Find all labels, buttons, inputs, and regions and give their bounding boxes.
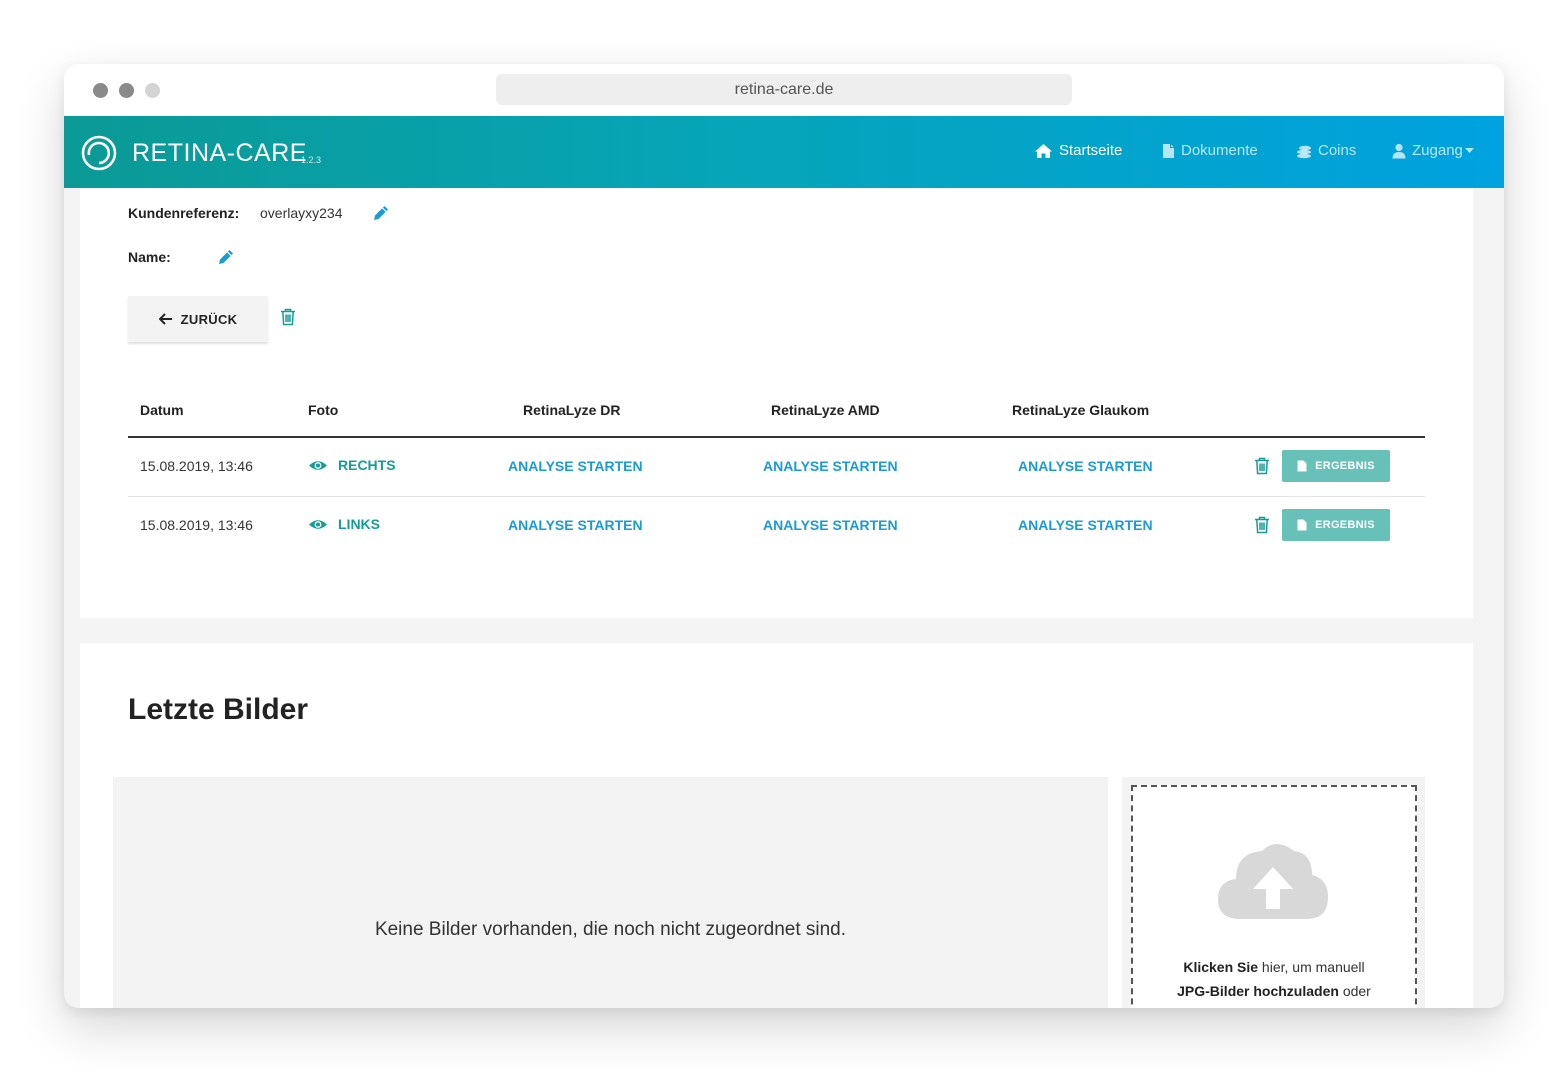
delete-row-trash-icon[interactable] xyxy=(1254,516,1270,534)
kundenreferenz-value: overlayxy234 xyxy=(260,205,343,221)
nav-dokumente-label: Dokumente xyxy=(1181,142,1258,159)
nav-startseite-label: Startseite xyxy=(1059,142,1123,159)
header-datum: Datum xyxy=(140,402,184,418)
coins-icon xyxy=(1297,145,1311,158)
row-datum: 15.08.2019, 13:46 xyxy=(140,458,253,474)
upload-panel: Klicken Sie hier, um manuell JPG-Bilder … xyxy=(1122,777,1425,1008)
back-button[interactable]: ZURÜCK xyxy=(128,296,268,342)
analyse-amd-link[interactable]: ANALYSE STARTEN xyxy=(763,458,898,474)
analyse-amd-link[interactable]: ANALYSE STARTEN xyxy=(763,517,898,533)
kundenreferenz-label: Kundenreferenz: xyxy=(128,205,240,221)
upload-dropzone[interactable]: Klicken Sie hier, um manuell JPG-Bilder … xyxy=(1131,785,1417,1008)
foto-link-rechts[interactable]: RECHTS xyxy=(308,457,396,473)
retina-logo-icon[interactable] xyxy=(80,134,118,172)
analyse-dr-link[interactable]: ANALYSE STARTEN xyxy=(508,517,643,533)
file-icon xyxy=(1297,519,1307,531)
app-navbar: RETINA-CARE 1.2.3 Startseite Dokumente C… xyxy=(64,116,1504,188)
foto-label: RECHTS xyxy=(338,457,396,473)
header-retinalyze-dr: RetinaLyze DR xyxy=(523,402,621,418)
app-version: 1.2.3 xyxy=(301,155,322,165)
ergebnis-label: ERGEBNIS xyxy=(1315,519,1375,531)
user-icon xyxy=(1392,143,1406,158)
delete-patient-trash-icon[interactable] xyxy=(280,308,296,326)
foto-label: LINKS xyxy=(338,516,380,532)
window-close-button[interactable] xyxy=(93,83,108,98)
ergebnis-button[interactable]: ERGEBNIS xyxy=(1282,450,1390,482)
nav-dokumente[interactable]: Dokumente xyxy=(1162,142,1258,159)
empty-images-message: Keine Bilder vorhanden, die noch nicht z… xyxy=(374,919,847,940)
section-title: Letzte Bilder xyxy=(128,693,309,726)
cloud-upload-icon xyxy=(1218,844,1328,919)
patient-details-card: Kundenreferenz: overlayxy234 Name: ZURÜC… xyxy=(80,188,1473,618)
arrow-left-icon xyxy=(158,313,172,325)
header-foto: Foto xyxy=(308,402,339,418)
images-empty-panel: Keine Bilder vorhanden, die noch nicht z… xyxy=(113,777,1108,1008)
nav-coins[interactable]: Coins xyxy=(1296,142,1356,159)
brand-name[interactable]: RETINA-CARE xyxy=(132,139,307,168)
header-retinalyze-amd: RetinaLyze AMD xyxy=(771,402,880,418)
edit-name-pencil-icon[interactable] xyxy=(217,248,235,266)
address-bar[interactable]: retina-care.de xyxy=(496,74,1072,105)
browser-titlebar: retina-care.de xyxy=(64,64,1504,116)
row-divider xyxy=(128,496,1425,497)
table-header-divider xyxy=(128,436,1425,438)
nav-zugang-label: Zugang xyxy=(1412,142,1463,159)
back-button-label: ZURÜCK xyxy=(180,311,238,327)
foto-link-links[interactable]: LINKS xyxy=(308,516,380,532)
ergebnis-label: ERGEBNIS xyxy=(1315,460,1375,472)
upload-bold-2: JPG-Bilder hochzuladen xyxy=(1177,983,1339,999)
upload-text-2: oder xyxy=(1338,983,1371,999)
file-icon xyxy=(1297,460,1307,472)
edit-kundenreferenz-pencil-icon[interactable] xyxy=(372,204,390,222)
document-icon xyxy=(1163,143,1174,158)
row-datum: 15.08.2019, 13:46 xyxy=(140,517,253,533)
upload-instructions: Klicken Sie hier, um manuell JPG-Bilder … xyxy=(1133,955,1415,1003)
eye-icon xyxy=(309,460,327,470)
ergebnis-button[interactable]: ERGEBNIS xyxy=(1282,509,1390,541)
window-maximize-button[interactable] xyxy=(145,83,160,98)
nav-zugang-dropdown[interactable]: Zugang xyxy=(1392,142,1474,159)
nav-coins-label: Coins xyxy=(1318,142,1357,159)
caret-down-icon xyxy=(1464,147,1474,153)
name-label: Name: xyxy=(128,249,171,265)
upload-text-1: hier, um manuell xyxy=(1258,959,1365,975)
analyse-dr-link[interactable]: ANALYSE STARTEN xyxy=(508,458,643,474)
analyse-glaukom-link[interactable]: ANALYSE STARTEN xyxy=(1018,517,1153,533)
nav-startseite[interactable]: Startseite xyxy=(1034,142,1122,159)
analyse-glaukom-link[interactable]: ANALYSE STARTEN xyxy=(1018,458,1153,474)
eye-icon xyxy=(309,519,327,529)
delete-row-trash-icon[interactable] xyxy=(1254,457,1270,475)
browser-window: retina-care.de RETINA-CARE 1.2.3 Startse… xyxy=(64,64,1504,1008)
header-retinalyze-glaukom: RetinaLyze Glaukom xyxy=(1012,402,1150,418)
upload-bold-1: Klicken Sie xyxy=(1183,959,1259,975)
home-icon xyxy=(1035,143,1052,158)
letzte-bilder-card: Letzte Bilder Keine Bilder vorhanden, di… xyxy=(80,643,1473,1008)
window-minimize-button[interactable] xyxy=(119,83,134,98)
